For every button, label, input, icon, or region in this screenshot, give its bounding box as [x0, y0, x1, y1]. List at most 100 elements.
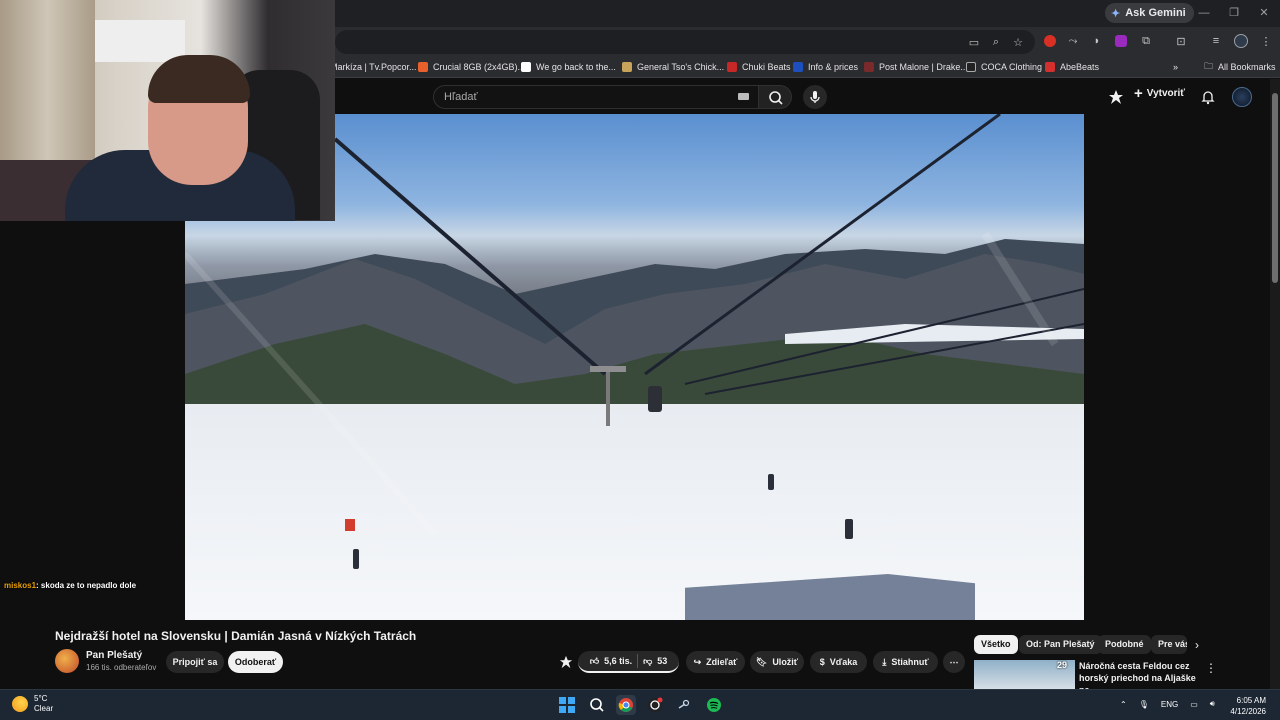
chrome-taskbar-icon[interactable]: [616, 695, 636, 715]
more-actions-button[interactable]: ⋯: [943, 651, 965, 673]
network-icon[interactable]: ▭: [1190, 700, 1198, 709]
download-label: Stiahnuť: [891, 657, 929, 667]
profile-avatar-icon[interactable]: [1232, 32, 1250, 50]
address-bar[interactable]: ▭ ⌕ ☆: [335, 30, 1035, 54]
extension-blue-icon[interactable]: ◗: [1088, 32, 1106, 50]
bookmark-favicon: [1045, 62, 1055, 72]
date: 4/12/2026: [1230, 707, 1266, 716]
search-input[interactable]: Hľadať: [433, 85, 759, 109]
gemini-icon: ✦: [1111, 7, 1121, 20]
bookmark-star-icon[interactable]: ☆: [1009, 33, 1027, 51]
channel-avatar[interactable]: [55, 649, 79, 673]
keyboard-icon[interactable]: [738, 93, 749, 100]
extensions-puzzle-icon[interactable]: ⧉: [1137, 32, 1155, 50]
all-bookmarks-button[interactable]: 🗀 All Bookmarks: [1204, 59, 1276, 75]
bookmark-favicon: [793, 62, 803, 72]
save-label: Uložiť: [772, 657, 799, 667]
video-info: Nejdražší hotel na Slovensku | Damián Ja…: [0, 620, 1270, 695]
download-icon: ⤓: [882, 656, 887, 667]
share-button[interactable]: ↪ Zdieľať: [686, 651, 745, 673]
brand-extension-icon[interactable]: [1108, 89, 1124, 105]
chevron-right-icon[interactable]: ›: [1195, 638, 1199, 652]
like-count[interactable]: 5,6 tis.: [604, 656, 632, 666]
search-button[interactable]: [758, 85, 792, 109]
page-scrollbar[interactable]: [1270, 79, 1280, 689]
bookmark-item[interactable]: Info & prices: [793, 59, 858, 75]
spotify-icon[interactable]: [704, 695, 724, 715]
dislike-icon[interactable]: 👎︎: [643, 656, 652, 667]
gondola: [648, 386, 662, 412]
create-label: Vytvoriť: [1146, 88, 1186, 99]
steam-icon[interactable]: [674, 695, 694, 715]
bookmark-item[interactable]: Markíza | Tv.Popcor...: [330, 59, 417, 75]
bookmark-item[interactable]: Crucial 8GB (2x4GB)...: [418, 59, 525, 75]
bookmark-item[interactable]: General Tso's Chick...: [622, 59, 724, 75]
more-vertical-icon[interactable]: ⋮: [1205, 661, 1217, 675]
bookmark-item[interactable]: We go back to the...: [521, 59, 616, 75]
account-avatar[interactable]: [1232, 87, 1252, 107]
channel-name[interactable]: Pan Plešatý: [86, 650, 142, 661]
language-indicator[interactable]: ENG: [1161, 700, 1178, 709]
bookmark-item[interactable]: AbeBeats: [1045, 59, 1099, 75]
zoom-icon[interactable]: ⌕: [987, 33, 1005, 51]
voice-search-button[interactable]: [803, 85, 827, 109]
chip-for-you[interactable]: Pre vás: [1151, 635, 1187, 654]
chat-message: miskos1: skoda ze to nepadlo dole: [4, 581, 136, 590]
chat-text: : skoda ze to nepadlo dole: [36, 581, 137, 590]
divider: [637, 654, 639, 668]
chip-similar[interactable]: Podobné: [1098, 635, 1151, 654]
weather-widget[interactable]: 5°C Clear: [12, 694, 53, 714]
restore-icon[interactable]: ❐: [1222, 4, 1246, 22]
search-icon[interactable]: [587, 695, 607, 715]
create-button[interactable]: + Vytvoriť: [1134, 84, 1186, 102]
scrollbar-thumb[interactable]: [1272, 93, 1278, 283]
extension-purple-icon[interactable]: [1112, 32, 1130, 50]
extension-red-icon[interactable]: [1041, 32, 1059, 50]
close-icon[interactable]: ✕: [1252, 4, 1276, 22]
microphone-icon[interactable]: 🎙︎: [1139, 700, 1149, 709]
save-button[interactable]: 🔖︎ Uložiť: [750, 651, 804, 673]
recommended-video[interactable]: 29 Náročná cesta Feldou cez horský priec…: [974, 660, 1199, 695]
tab-search-icon[interactable]: ⊡: [1172, 32, 1190, 50]
skier: [353, 549, 359, 569]
bookmark-item[interactable]: COCA Clothing: [966, 59, 1042, 75]
unsubscribe-button[interactable]: Odoberať: [228, 651, 283, 673]
share-icon: ↪: [693, 656, 702, 667]
bookmark-icon: 🔖︎: [755, 656, 768, 667]
system-tray: ⌃ 🎙︎ ENG ▭ 🔊︎: [1120, 699, 1215, 709]
github-desktop-icon[interactable]: [645, 695, 665, 715]
folder-icon: 🗀: [1204, 61, 1214, 71]
bookmark-favicon: [418, 62, 428, 72]
volume-icon[interactable]: 🔊︎: [1210, 699, 1215, 709]
like-dislike-group: 👍︎ 5,6 tis. 👎︎ 53: [578, 651, 679, 673]
plus-icon: +: [1134, 84, 1143, 102]
chip-from-channel[interactable]: Od: Pan Plešatý: [1019, 635, 1102, 654]
bookmark-item[interactable]: Post Malone | Drake...: [864, 59, 968, 75]
start-icon[interactable]: [557, 695, 577, 715]
time: 6:05 AM: [1236, 696, 1266, 705]
skier: [768, 474, 774, 490]
download-button[interactable]: ⤓ Stiahnuť: [873, 651, 938, 673]
chat-username: miskos1: [4, 581, 37, 590]
bookmarks-overflow-icon[interactable]: »: [1173, 59, 1178, 75]
ask-gemini-label: Ask Gemini: [1125, 7, 1186, 19]
clock[interactable]: 6:05 AM 4/12/2026: [1226, 695, 1266, 717]
install-app-icon[interactable]: ▭: [965, 33, 983, 51]
red-marker: [345, 519, 355, 531]
chip-all[interactable]: Všetko: [974, 635, 1018, 654]
thanks-button[interactable]: $ Vďaka: [810, 651, 867, 673]
join-button[interactable]: Pripojiť sa: [166, 651, 224, 673]
brand-extension-icon[interactable]: [559, 655, 573, 669]
reading-list-icon[interactable]: ≡: [1207, 32, 1225, 50]
ask-gemini-button[interactable]: ✦ Ask Gemini: [1105, 3, 1194, 23]
bookmark-favicon: [966, 62, 976, 72]
minimize-icon[interactable]: —: [1192, 4, 1216, 22]
chevron-up-icon[interactable]: ⌃: [1120, 700, 1127, 709]
extension-grey-icon[interactable]: ⤳: [1064, 32, 1082, 50]
like-icon[interactable]: 👍︎: [590, 656, 599, 667]
notifications-bell-icon[interactable]: [1200, 89, 1216, 105]
dislike-count: 53: [657, 656, 668, 666]
chrome-menu-icon[interactable]: ⋮: [1257, 32, 1275, 50]
moon-icon: [12, 696, 28, 712]
bookmark-item[interactable]: Chuki Beats: [727, 59, 791, 75]
